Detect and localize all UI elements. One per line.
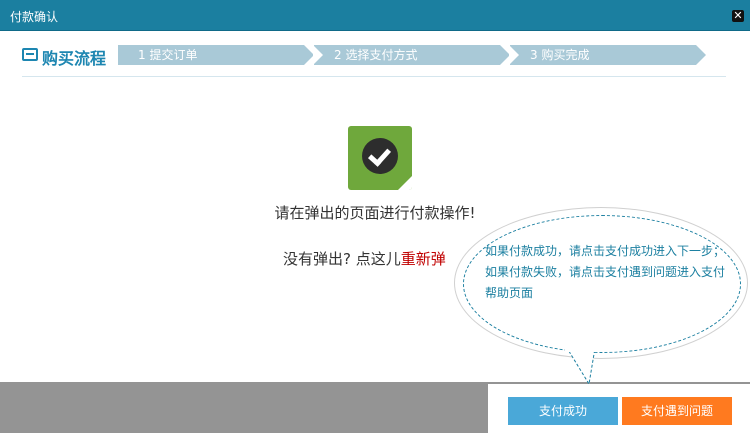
dialog-footer: 支付成功 支付遇到问题 [488,384,750,433]
help-tooltip: 如果付款成功，请点击支付成功进入下一步； 如果付款失败，请点击支付遇到问题进入支… [455,208,747,386]
payment-problem-button[interactable]: 支付遇到问题 [622,397,732,425]
close-icon[interactable]: ✕ [732,10,744,22]
step-submit-order: 1 提交订单 [118,45,314,65]
step-label: 2 选择支付方式 [334,48,418,62]
dialog-title: 付款确认 [10,10,59,24]
corner-fold [398,176,412,190]
step-label: 1 提交订单 [138,48,198,62]
step-choose-payment: 2 选择支付方式 [313,45,510,65]
tooltip-tail [565,348,599,386]
no-popup-line: 没有弹出? 点这儿重新弹 [283,248,446,269]
tooltip-text: 如果付款成功，请点击支付成功进入下一步； 如果付款失败，请点击支付遇到问题进入支… [485,241,725,304]
check-icon [348,126,412,190]
no-popup-text: 没有弹出? 点这儿 [283,250,401,268]
tooltip-line-success: 如果付款成功，请点击支付成功进入下一步； [485,244,726,258]
tooltip-line-failure: 如果付款失败，请点击支付遇到问题进入支付帮助页面 [485,265,726,300]
card-icon [22,48,38,61]
purchase-flow-title: 购买流程 [42,49,107,68]
divider [22,76,726,77]
reopen-popup-link[interactable]: 重新弹 [401,250,446,268]
payment-success-button[interactable]: 支付成功 [508,397,618,425]
dialog-titlebar: 付款确认 ✕ [0,0,750,31]
step-purchase-complete: 3 购买完成 [509,45,706,65]
step-label: 3 购买完成 [530,48,590,62]
steps-bar: 1 提交订单 2 选择支付方式 3 购买完成 [118,45,728,65]
payment-confirm-dialog: 付款确认 ✕ 购买流程 1 提交订单 2 选择支付方式 3 购买完成 请在弹出的… [0,0,750,433]
